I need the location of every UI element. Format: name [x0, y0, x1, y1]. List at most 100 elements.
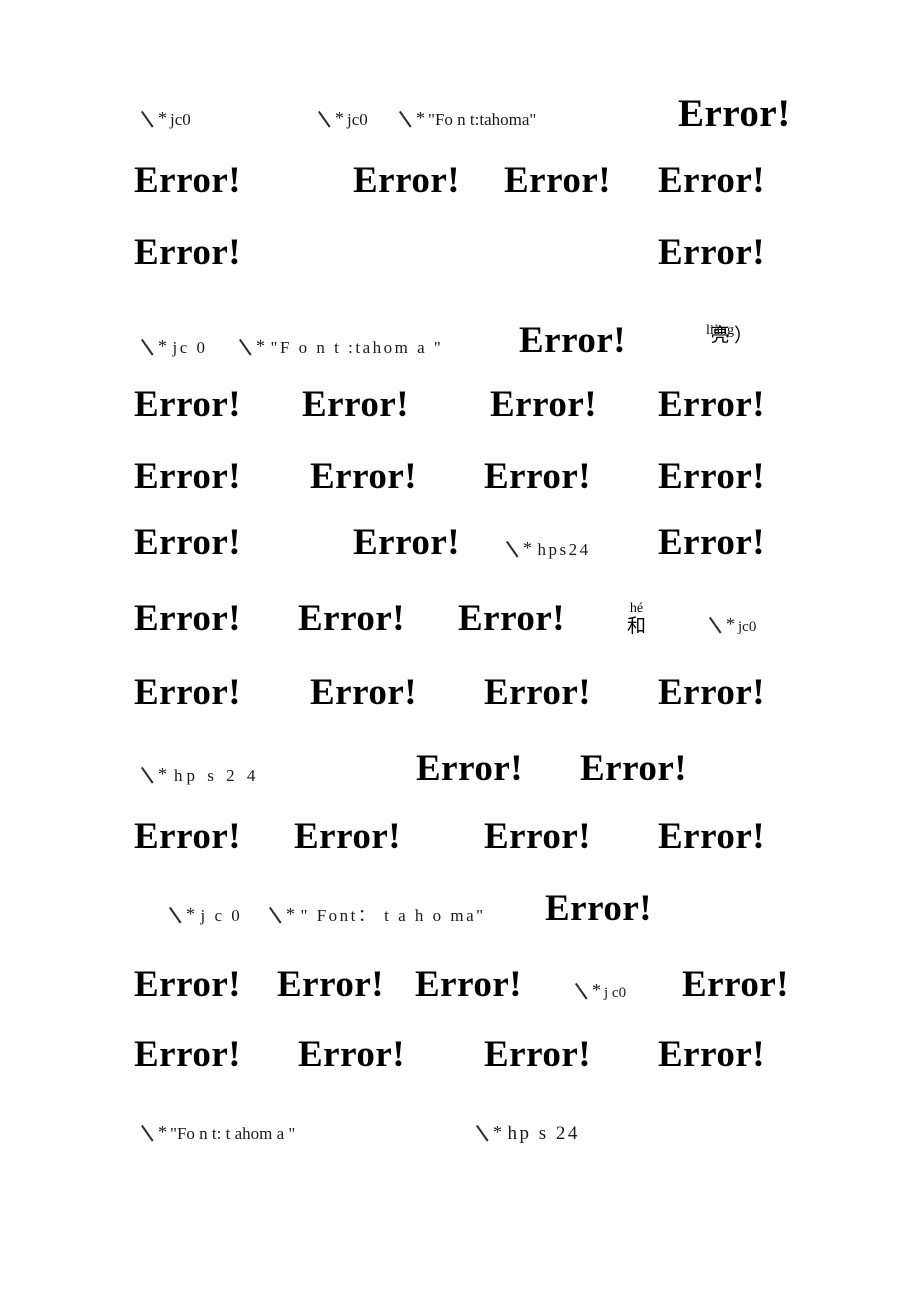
- field-switch-text: j c0: [604, 985, 627, 1001]
- error-field-placeholder: Error!: [134, 816, 242, 857]
- asterisk-glyph: *: [523, 538, 535, 558]
- error-field-placeholder: Error!: [302, 384, 410, 425]
- asterisk-glyph: *: [493, 1122, 505, 1142]
- field-switch-text: hp s 2 4: [174, 766, 260, 785]
- backslash-icon: [140, 1126, 156, 1141]
- error-field-placeholder: Error!: [504, 160, 612, 201]
- field-switch-code: * jc0: [708, 615, 756, 635]
- document-page: * jc0 * jc0 * "Fo n t:tahoma" Error! Error! Erro…: [0, 0, 920, 1302]
- ruby-annotation: liàng 亮）: [706, 323, 754, 347]
- asterisk-glyph: *: [186, 904, 198, 924]
- error-field-placeholder: Error!: [134, 384, 242, 425]
- error-field-placeholder: Error!: [658, 816, 766, 857]
- field-switch-text: hps24: [537, 540, 591, 559]
- error-field-placeholder: Error!: [353, 160, 461, 201]
- error-field-placeholder: Error!: [353, 522, 461, 563]
- ruby-annotation: hé 和: [627, 601, 647, 637]
- asterisk-glyph: *: [726, 614, 735, 634]
- error-field-placeholder: Error!: [484, 456, 592, 497]
- ruby-hanzi: 和: [627, 614, 647, 637]
- backslash-icon: [168, 908, 184, 923]
- error-field-placeholder: Error!: [484, 672, 592, 713]
- field-switch-code: * hp s 2 4: [140, 765, 259, 784]
- error-field-placeholder: Error!: [310, 672, 418, 713]
- field-switch-code: * j c 0: [168, 905, 242, 924]
- field-switch-code: * jc 0: [140, 337, 208, 356]
- backslash-icon: [574, 984, 590, 999]
- error-field-placeholder: Error!: [658, 232, 766, 273]
- ruby-group: hé 和: [627, 601, 647, 637]
- backslash-icon: [708, 618, 724, 633]
- backslash-icon: [505, 542, 521, 557]
- error-field-placeholder: Error!: [310, 456, 418, 497]
- error-field-placeholder: Error!: [294, 816, 402, 857]
- error-field-placeholder: Error!: [519, 320, 627, 361]
- error-field-placeholder: Error!: [134, 456, 242, 497]
- backslash-icon: [140, 768, 156, 783]
- error-field-placeholder: Error!: [134, 232, 242, 273]
- error-field-placeholder: Error!: [134, 672, 242, 713]
- field-switch-code: * " Font： t a h o ma": [268, 905, 486, 924]
- field-switch-code: * hp s 24: [475, 1123, 580, 1143]
- field-switch-code: * hps24: [505, 539, 591, 558]
- field-switch-text: jc0: [738, 619, 757, 635]
- field-switch-text: j c 0: [200, 906, 243, 925]
- field-switch-code: * "Fo n t:tahoma": [398, 109, 536, 128]
- error-field-placeholder: Error!: [658, 160, 766, 201]
- error-field-placeholder: Error!: [298, 598, 406, 639]
- error-field-placeholder: Error!: [545, 888, 653, 929]
- error-field-placeholder: Error!: [134, 964, 242, 1005]
- backslash-icon: [238, 340, 254, 355]
- backslash-icon: [140, 340, 156, 355]
- closing-paren: ）: [734, 325, 754, 347]
- asterisk-glyph: *: [158, 108, 167, 128]
- field-switch-text: jc 0: [172, 338, 208, 357]
- field-switch-code: * jc0: [317, 109, 368, 128]
- error-field-placeholder: Error!: [134, 1034, 242, 1075]
- error-field-placeholder: Error!: [298, 1034, 406, 1075]
- field-switch-code: * jc0: [140, 109, 191, 128]
- field-switch-text: jc0: [170, 110, 191, 129]
- backslash-icon: [140, 112, 156, 127]
- asterisk-glyph: *: [158, 1122, 167, 1142]
- error-field-placeholder: Error!: [682, 964, 790, 1005]
- error-field-placeholder: Error!: [134, 522, 242, 563]
- asterisk-glyph: *: [335, 108, 344, 128]
- backslash-icon: [317, 112, 333, 127]
- backslash-icon: [475, 1126, 491, 1141]
- error-field-placeholder: Error!: [415, 964, 523, 1005]
- field-switch-text: hp s 24: [507, 1123, 580, 1144]
- error-field-placeholder: Error!: [134, 160, 242, 201]
- field-switch-text: jc0: [347, 110, 368, 129]
- asterisk-glyph: *: [416, 108, 425, 128]
- error-field-placeholder: Error!: [678, 92, 791, 135]
- error-field-placeholder: Error!: [484, 816, 592, 857]
- error-field-placeholder: Error!: [458, 598, 566, 639]
- asterisk-glyph: *: [158, 764, 171, 784]
- field-switch-code: * "F o n t :tahom a ": [238, 337, 443, 356]
- error-field-placeholder: Error!: [658, 384, 766, 425]
- error-field-placeholder: Error!: [658, 522, 766, 563]
- asterisk-glyph: *: [286, 904, 298, 924]
- error-field-placeholder: Error!: [277, 964, 385, 1005]
- field-switch-text: " Font： t a h o ma": [300, 906, 486, 925]
- error-field-placeholder: Error!: [490, 384, 598, 425]
- ruby-group: liàng 亮: [706, 323, 734, 346]
- error-field-placeholder: Error!: [134, 598, 242, 639]
- error-field-placeholder: Error!: [658, 672, 766, 713]
- field-switch-code: * j c0: [574, 981, 626, 1001]
- error-field-placeholder: Error!: [580, 748, 688, 789]
- error-field-placeholder: Error!: [484, 1034, 592, 1075]
- error-field-placeholder: Error!: [658, 1034, 766, 1075]
- error-field-placeholder: Error!: [658, 456, 766, 497]
- field-switch-text: "F o n t :tahom a ": [270, 338, 444, 357]
- field-switch-text: "Fo n t: t ahom a ": [170, 1124, 296, 1143]
- field-switch-text: "Fo n t:tahoma": [428, 110, 537, 129]
- asterisk-glyph: *: [158, 336, 170, 356]
- field-switch-code: * "Fo n t: t ahom a ": [140, 1123, 295, 1142]
- backslash-icon: [268, 908, 284, 923]
- asterisk-glyph: *: [256, 336, 268, 356]
- error-field-placeholder: Error!: [416, 748, 524, 789]
- backslash-icon: [398, 112, 414, 127]
- asterisk-glyph: *: [592, 980, 601, 1000]
